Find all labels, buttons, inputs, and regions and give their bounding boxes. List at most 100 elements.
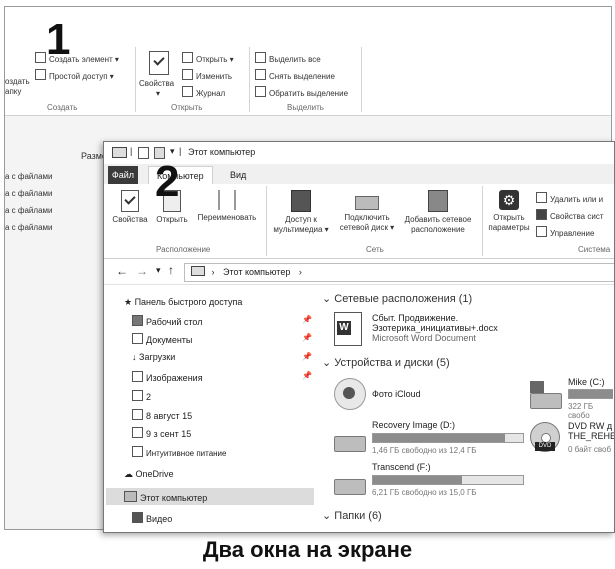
network-document-item[interactable]: Сбыт. Продвижение. Эзотерика_инициативы+… xyxy=(372,313,498,343)
list-item[interactable]: а с файлами xyxy=(5,206,52,215)
computer-icon xyxy=(124,491,137,502)
ribbon: Свойства Открыть Переименовать Расположе… xyxy=(104,184,614,259)
open-icon xyxy=(182,52,193,63)
divider: | xyxy=(179,146,182,156)
easy-access-icon xyxy=(35,69,46,80)
icloud-photos-item[interactable]: Фото iCloud xyxy=(372,389,421,399)
create-folder-partial-1[interactable]: оздать xyxy=(5,77,30,86)
navigation-pane: ★ Панель быстрого доступа Рабочий стол 📌… xyxy=(104,285,314,532)
uninstall-button[interactable]: Удалить или и xyxy=(536,192,603,204)
nav-onedrive[interactable]: ☁ OneDrive xyxy=(124,469,174,480)
properties-dropdown-icon[interactable]: ▾ xyxy=(156,89,160,98)
properties-quick-icon[interactable] xyxy=(138,147,149,159)
drive-d-usage-bar xyxy=(372,433,524,443)
windows-logo-icon xyxy=(530,381,544,393)
callout-number-2: 2 xyxy=(155,157,180,206)
divider xyxy=(249,47,250,112)
nav-folder-intuitive[interactable]: Интуитивное питание xyxy=(132,446,226,458)
callout-number-1: 1 xyxy=(46,15,71,64)
rename-button[interactable]: Переименовать xyxy=(192,190,262,223)
divider: | xyxy=(130,146,133,156)
drive-c-name[interactable]: Mike (C:) xyxy=(568,377,605,387)
system-properties-button[interactable]: Свойства сист xyxy=(536,209,603,221)
nav-this-pc[interactable]: Этот компьютер xyxy=(124,491,207,503)
invert-selection-button[interactable]: Обратить выделение xyxy=(255,86,348,98)
drive-d-icon xyxy=(334,436,366,452)
recent-locations-icon[interactable]: ▾ xyxy=(156,265,161,276)
deselect-button[interactable]: Снять выделение xyxy=(255,69,335,81)
map-network-drive-button[interactable]: Подключить сетевой диск ▾ xyxy=(336,190,398,233)
divider xyxy=(135,47,136,112)
nav-downloads[interactable]: ↓ Загрузки xyxy=(132,352,175,362)
nav-video[interactable]: Видео xyxy=(132,512,172,524)
group-create-label: Создать xyxy=(47,103,78,112)
edit-button[interactable]: Изменить xyxy=(182,69,232,81)
divider xyxy=(482,186,483,256)
group-network-label: Сеть xyxy=(366,245,384,254)
properties-icon xyxy=(121,190,139,212)
tab-file[interactable]: Файл xyxy=(108,166,138,184)
easy-access-button[interactable]: Простой доступ ▾ xyxy=(35,69,114,81)
drive-f-free: 6,21 ГБ свободно из 15,0 ГБ xyxy=(372,488,477,497)
dvd-drive-item[interactable]: DVD RW д THE_REHE xyxy=(568,421,614,441)
group-select-label: Выделить xyxy=(287,103,324,112)
chevron-down-icon: ⌄ xyxy=(322,510,335,522)
pin-icon[interactable]: 📌 xyxy=(302,315,312,324)
address-text: Этот компьютер xyxy=(223,267,291,277)
computer-icon xyxy=(112,147,127,158)
network-locations-header[interactable]: ⌄ Сетевые расположения (1) xyxy=(322,292,472,305)
select-all-button[interactable]: Выделить все xyxy=(255,52,321,64)
back-ribbon: оздать апку Создать элемент ▾ Простой до… xyxy=(5,7,611,116)
properties-button[interactable]: Свойства xyxy=(112,190,148,225)
nav-folder-2[interactable]: 2 xyxy=(132,390,151,402)
list-item[interactable]: а с файлами xyxy=(5,172,52,181)
create-folder-partial-2[interactable]: апку xyxy=(5,87,21,96)
network-location-icon xyxy=(428,190,448,212)
video-icon xyxy=(132,512,143,523)
address-input[interactable]: › Этот компьютер › xyxy=(184,263,614,282)
drive-f-name[interactable]: Transcend (F:) xyxy=(372,462,431,472)
customize-toolbar-icon[interactable]: ▾ xyxy=(170,146,175,157)
open-button[interactable]: Открыть ▾ xyxy=(182,52,234,64)
forward-arrow-icon[interactable]: → xyxy=(136,264,148,278)
ribbon-tabs: Файл Компьютер Вид xyxy=(104,164,614,185)
icloud-photos-icon xyxy=(334,378,366,410)
nav-images[interactable]: Изображения xyxy=(132,371,203,383)
folders-header[interactable]: ⌄ Папки (6) xyxy=(322,509,382,522)
media-access-button[interactable]: Доступ к мультимедиа ▾ xyxy=(270,190,332,235)
properties-button[interactable]: Свойства xyxy=(139,79,174,88)
nav-desktop[interactable]: Рабочий стол xyxy=(132,315,203,327)
nav-quick-access[interactable]: ★ Панель быстрого доступа xyxy=(124,297,242,308)
tab-view[interactable]: Вид xyxy=(222,166,254,184)
drive-d-name[interactable]: Recovery Image (D:) xyxy=(372,420,455,430)
images-icon xyxy=(132,371,143,382)
list-item[interactable]: а с файлами xyxy=(5,223,52,232)
desktop-icon xyxy=(132,315,143,326)
nav-folder-aug[interactable]: 8 август 15 xyxy=(132,409,192,421)
add-network-location-button[interactable]: Добавить сетевое расположение xyxy=(398,190,478,235)
list-item[interactable]: а с файлами xyxy=(5,189,52,198)
pin-icon[interactable]: 📌 xyxy=(302,371,312,380)
back-arrow-icon[interactable]: ← xyxy=(116,264,128,278)
dvd-drive-icon: DVD xyxy=(530,422,560,452)
divider xyxy=(266,186,267,256)
history-button[interactable]: Журнал xyxy=(182,86,225,98)
computer-icon xyxy=(191,266,205,276)
manage-button[interactable]: Управление xyxy=(536,226,594,238)
chevron-down-icon: ⌄ xyxy=(322,293,335,305)
open-settings-button[interactable]: ⚙ Открыть параметры xyxy=(486,190,532,233)
front-window: | ▾ | Этот компьютер Файл Компьютер Вид … xyxy=(103,141,615,533)
pin-icon[interactable]: 📌 xyxy=(302,352,312,361)
folder-icon xyxy=(132,409,143,420)
history-icon xyxy=(182,86,193,97)
pin-icon[interactable]: 📌 xyxy=(302,333,312,342)
drive-d-free: 1,46 ГБ свободно из 12,4 ГБ xyxy=(372,446,477,455)
up-arrow-icon[interactable]: ↑ xyxy=(168,263,174,277)
network-drive-icon xyxy=(355,196,379,210)
nav-folder-sep[interactable]: 9 з сент 15 xyxy=(132,427,191,439)
devices-header[interactable]: ⌄ Устройства и диски (5) xyxy=(322,356,450,369)
nav-documents[interactable]: Документы xyxy=(132,333,192,345)
title-bar: | ▾ | Этот компьютер xyxy=(104,142,614,164)
navigation-bar: ← → ▾ ↑ › Этот компьютер › xyxy=(104,260,614,285)
folder-icon xyxy=(132,390,143,401)
